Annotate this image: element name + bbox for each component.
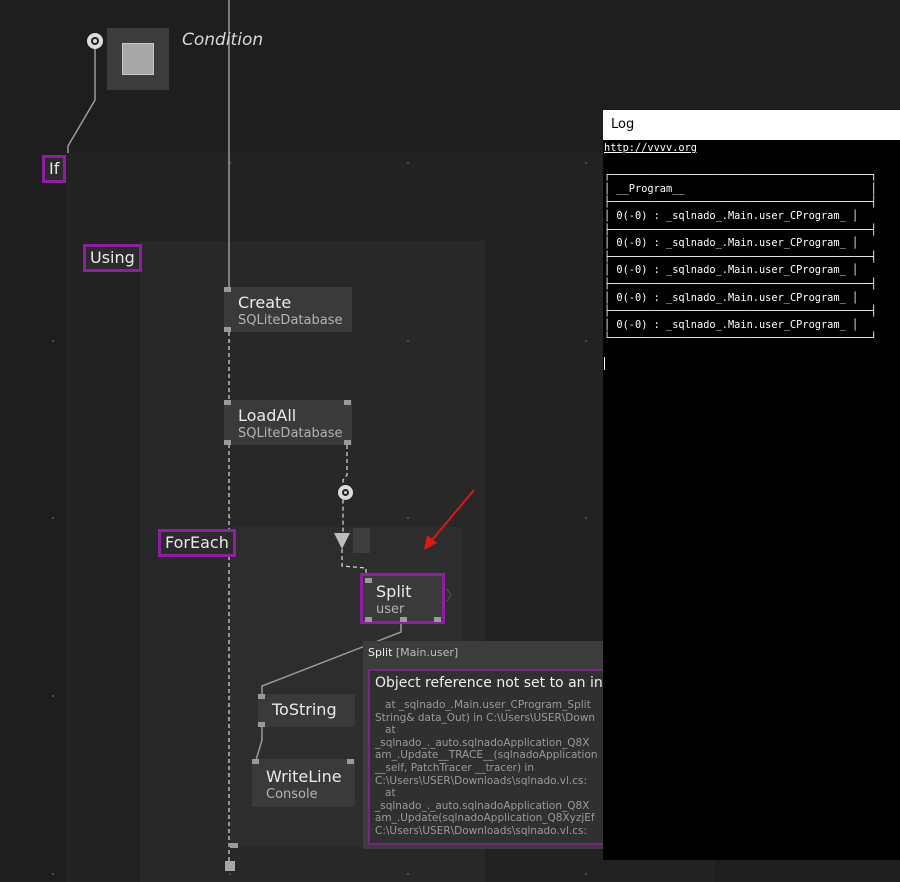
writeline-subtitle: Console: [266, 787, 318, 802]
condition-pin-icon[interactable]: [87, 33, 103, 49]
tostring-output-pin[interactable]: [258, 722, 265, 727]
if-region-label[interactable]: If: [42, 155, 67, 183]
log-line: ┌───────────────────────────────────────…: [604, 169, 877, 182]
database-wire-end[interactable]: [225, 861, 235, 871]
split-output-pin-3[interactable]: [434, 617, 441, 622]
trace-line: C:\Users\USER\Downloads\sqlnado.vl.cs:: [375, 774, 587, 787]
log-link[interactable]: http://vvvv.org: [604, 142, 697, 154]
annotation-arrow: [424, 489, 475, 550]
error-tooltip: Split [Main.user] Object reference not s…: [363, 641, 603, 849]
tostring-to-writeline-wire: [255, 727, 263, 761]
trace-line: am_.Update__TRACE__(sqlnadoApplication: [375, 749, 598, 762]
loadall-title: LoadAll: [238, 406, 297, 425]
text-cursor: [604, 357, 605, 370]
loadall-output-pin[interactable]: [224, 440, 231, 445]
using-region-label[interactable]: Using: [83, 244, 142, 272]
writeline-title: WriteLine: [266, 767, 342, 786]
loadall-subtitle: SQLiteDatabase: [238, 426, 343, 441]
log-line: │ 0(-0) : _sqlnado_.Main.user_CProgram_ …: [604, 264, 859, 277]
loadall-input-pin[interactable]: [224, 400, 231, 405]
trace-line: at _sqlnado_.Main.user_CProgram_Split: [385, 699, 591, 711]
log-line: ├───────────────────────────────────────…: [604, 277, 877, 290]
loadall-node[interactable]: LoadAll SQLiteDatabase: [224, 400, 352, 445]
tooltip-error-box: Object reference not set to an ins at _s…: [368, 669, 603, 845]
loadall-input-pin-2[interactable]: [344, 400, 351, 405]
condition-toggle[interactable]: [107, 28, 169, 90]
writeline-input-pin[interactable]: [252, 759, 259, 764]
tooltip-stack-trace: at _sqlnado_.Main.user_CProgram_Split St…: [375, 699, 598, 838]
create-title: Create: [238, 293, 292, 312]
split-output-pin-2[interactable]: [400, 617, 407, 622]
trace-line: at: [385, 724, 396, 737]
create-input-pin[interactable]: [224, 287, 231, 292]
trace-line: String& data_Out) in C:\Users\USER\Down: [375, 711, 596, 724]
writeline-node[interactable]: WriteLine Console: [252, 759, 355, 807]
split-node[interactable]: Split user: [360, 573, 445, 624]
log-line: │ 0(-0) : _sqlnado_.Main.user_CProgram_ …: [604, 318, 859, 331]
split-subtitle: user: [376, 602, 405, 617]
log-line: ├───────────────────────────────────────…: [604, 223, 877, 236]
log-line: ├───────────────────────────────────────…: [604, 250, 877, 263]
trace-line: _sqlnado_._auto.sqlnadoApplication_Q8X: [375, 736, 590, 749]
foreach-region-label[interactable]: ForEach: [158, 529, 236, 557]
chevron-right-icon: 〉: [446, 589, 460, 604]
log-lines: ┌───────────────────────────────────────…: [604, 169, 877, 344]
writeline-input-pin-2[interactable]: [347, 759, 354, 764]
toggle-square-icon: [122, 43, 154, 75]
foreach-item-wire: [341, 549, 367, 576]
tostring-title: ToString: [272, 700, 337, 719]
tostring-node[interactable]: ToString: [258, 694, 355, 727]
tooltip-error-message: Object reference not set to an ins: [375, 675, 603, 691]
tooltip-header: Split [Main.user]: [368, 646, 458, 659]
database-wire-pin[interactable]: [230, 843, 238, 848]
tooltip-node-type: [Main.user]: [395, 646, 459, 659]
split-input-pin[interactable]: [365, 578, 372, 583]
log-line: │ 0(-0) : _sqlnado_.Main.user_CProgram_ …: [604, 291, 859, 304]
log-window[interactable]: Log http://vvvv.org ┌───────────────────…: [603, 110, 900, 860]
trace-line: at: [385, 787, 396, 800]
log-title[interactable]: Log: [603, 110, 900, 140]
create-subtitle: SQLiteDatabase: [238, 313, 343, 328]
trace-line: __self, PatchTracer __tracer) in: [375, 761, 534, 774]
create-output-pin[interactable]: [224, 327, 231, 332]
tooltip-node-name: Split: [368, 646, 393, 659]
log-line: │ 0(-0) : _sqlnado_.Main.user_CProgram_ …: [604, 209, 859, 222]
split-title: Split: [376, 582, 412, 601]
log-line: │ __Program__ │: [604, 182, 877, 195]
trace-line: am_.Update(sqlnadoApplication_Q8XyzjEf: [375, 812, 595, 825]
create-node[interactable]: Create SQLiteDatabase: [224, 287, 352, 332]
tostring-input-pin[interactable]: [258, 694, 265, 699]
trace-line: _sqlnado_._auto.sqlnadoApplication_Q8X: [375, 799, 590, 812]
loadall-output-pin-2[interactable]: [344, 440, 351, 445]
trace-line: C:\Users\USER\Downloads\sqlnado.vl.cs:: [375, 824, 587, 837]
condition-wire: [67, 41, 96, 153]
condition-label: Condition: [182, 30, 264, 50]
log-line: ├───────────────────────────────────────…: [604, 196, 877, 209]
log-line: └───────────────────────────────────────…: [604, 332, 877, 345]
log-body: http://vvvv.org ┌───────────────────────…: [604, 142, 877, 346]
foreach-splicer-icon[interactable]: [334, 533, 350, 549]
log-line: │ 0(-0) : _sqlnado_.Main.user_CProgram_ …: [604, 237, 859, 250]
split-output-pin[interactable]: [365, 617, 372, 622]
iobox-pin-icon[interactable]: [338, 485, 353, 500]
log-line: ├───────────────────────────────────────…: [604, 305, 877, 318]
foreach-splicer-bar[interactable]: [353, 528, 370, 553]
